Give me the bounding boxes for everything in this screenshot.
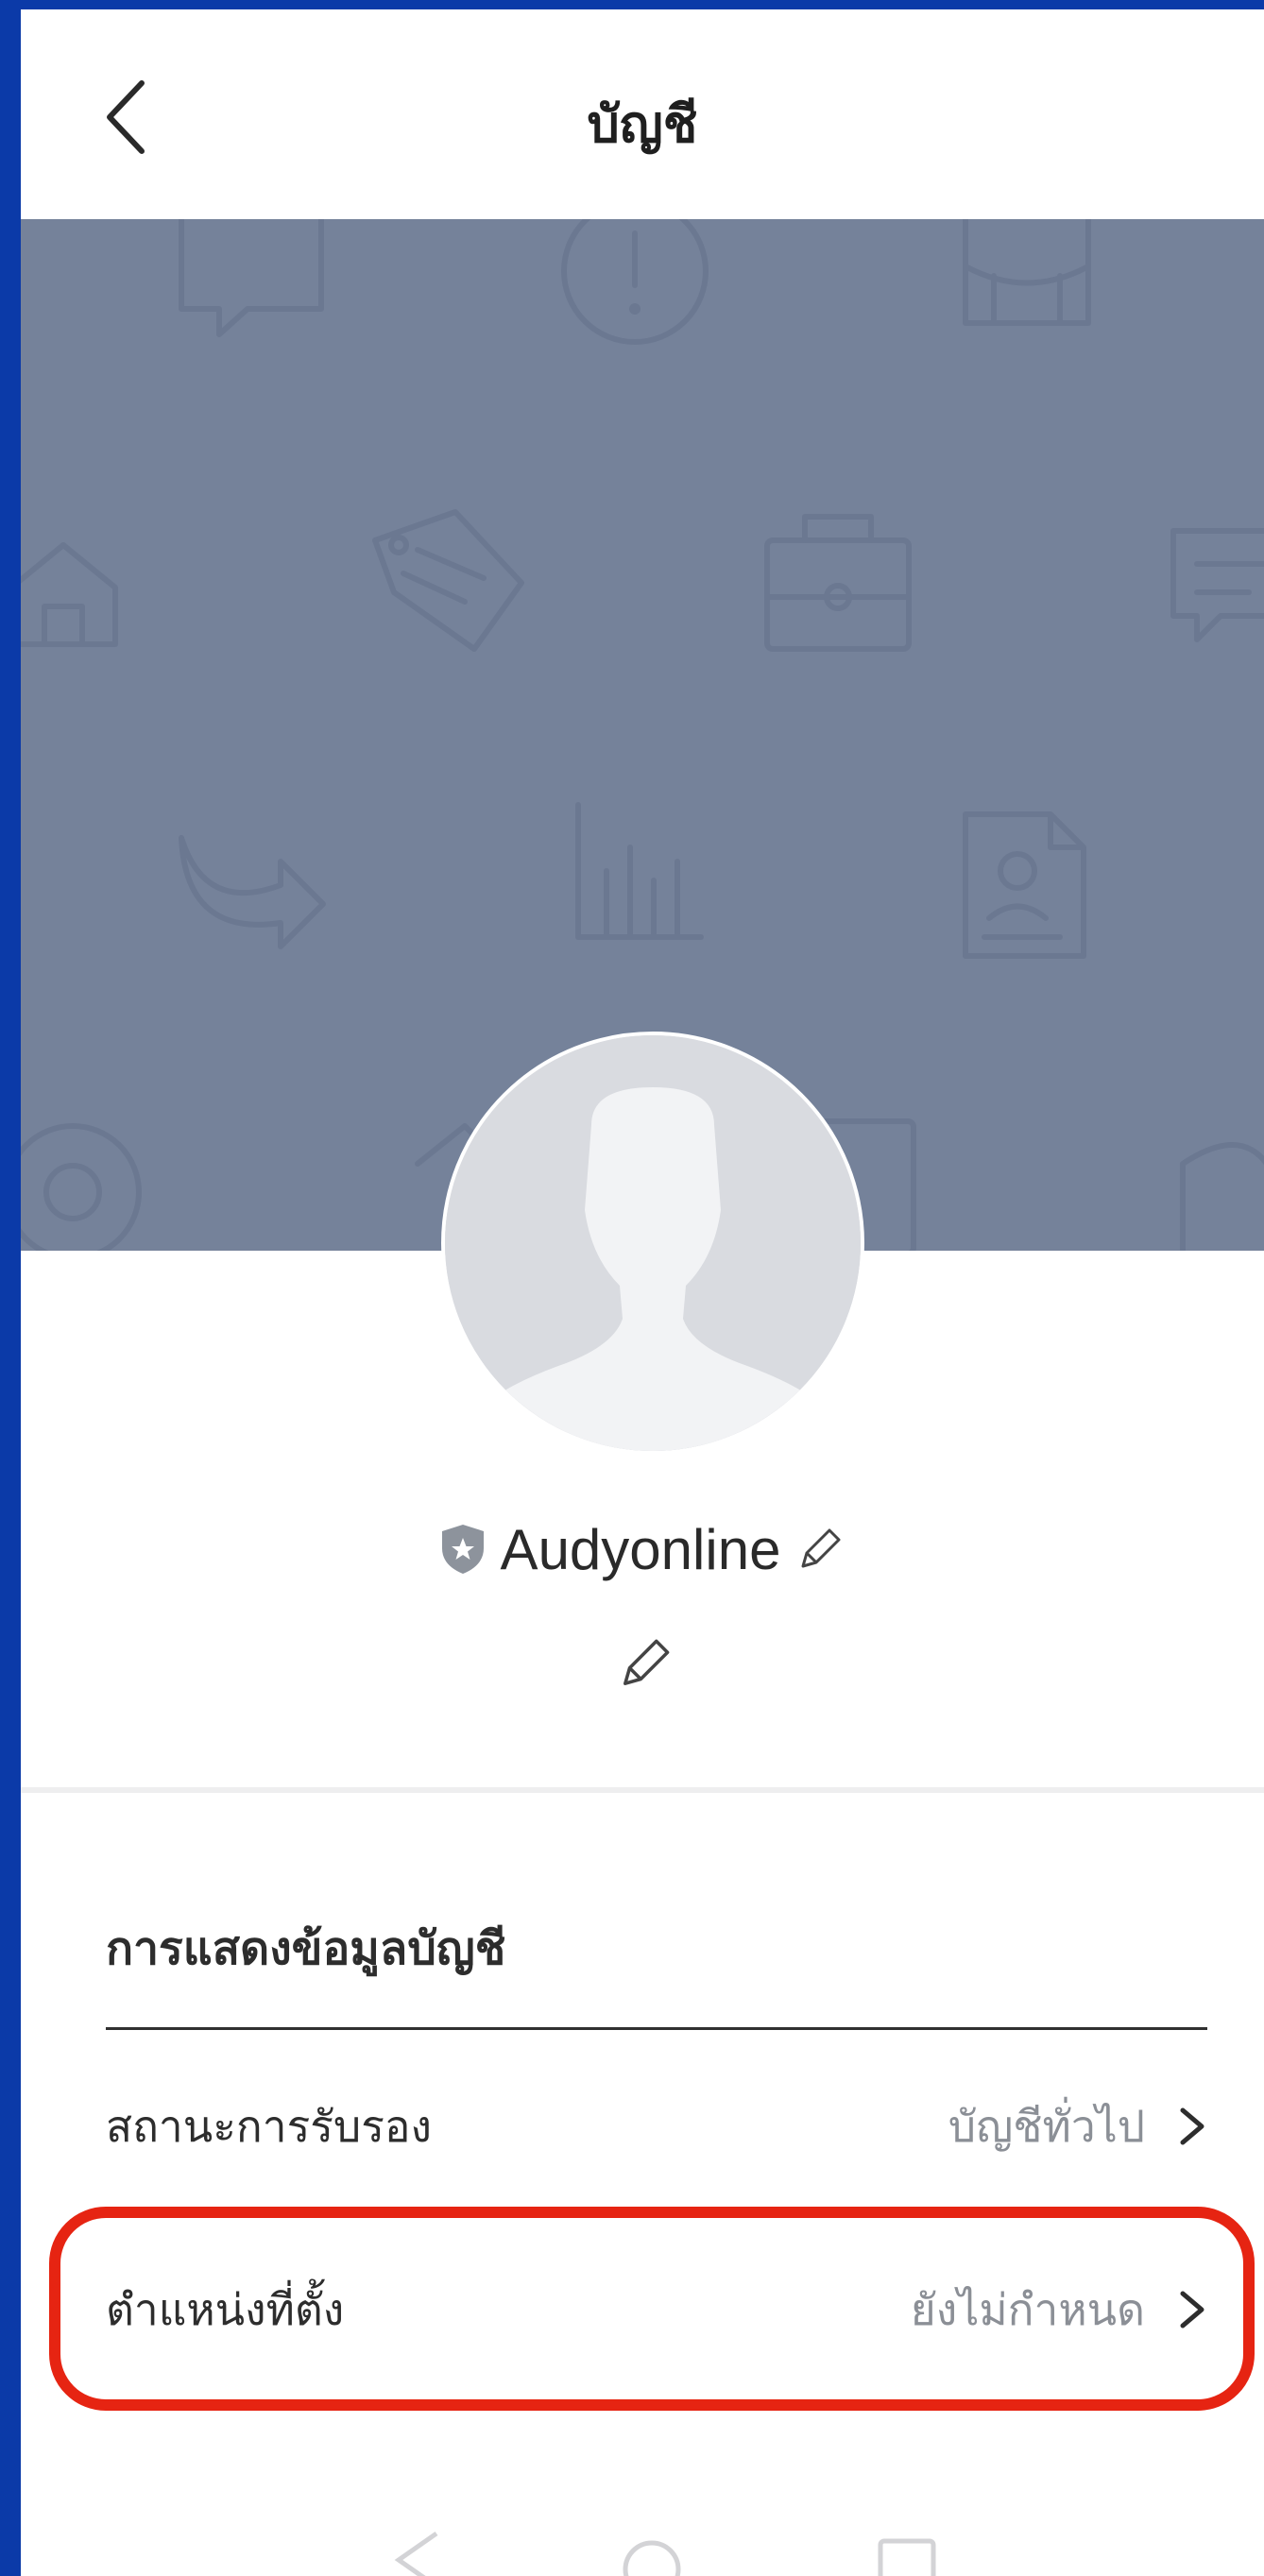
- top-bar: บัญชี: [21, 9, 1264, 219]
- default-user-icon: [445, 1035, 861, 1451]
- pencil-icon: [801, 1528, 841, 1568]
- row-value-group: บัญชีทั่วไป: [948, 2092, 1207, 2161]
- account-screen: บัญชี Audyonline การแสดงข้อมูลบัญชี สถาน…: [21, 9, 1264, 2576]
- edit-name-button[interactable]: [794, 1523, 846, 1576]
- location-row[interactable]: ตำแหน่งที่ตั้ง ยังไม่กำหนด: [106, 2253, 1207, 2366]
- edit-status-button[interactable]: [614, 1632, 676, 1695]
- system-nav-bar: [21, 2522, 1264, 2576]
- nav-home-icon: [623, 2540, 681, 2576]
- chevron-right-icon: [1177, 2103, 1207, 2150]
- section-divider: [21, 1787, 1264, 1793]
- section-title: การแสดงข้อมูลบัญชี: [106, 1922, 506, 1975]
- verification-status-row[interactable]: สถานะการรับรอง บัญชีทั่วไป: [106, 2070, 1207, 2183]
- pencil-icon: [623, 1639, 670, 1685]
- row-value: บัญชีทั่วไป: [948, 2100, 1145, 2152]
- shield-badge-icon: [438, 1522, 487, 1577]
- row-value-group: ยังไม่กำหนด: [911, 2276, 1207, 2345]
- profile-name-row: Audyonline: [21, 1507, 1264, 1592]
- nav-recents-icon: [878, 2538, 936, 2576]
- chevron-right-icon: [1177, 2286, 1207, 2333]
- page-title: บัญชี: [587, 94, 698, 154]
- row-label: ตำแหน่งที่ตั้ง: [106, 2283, 345, 2335]
- avatar[interactable]: [441, 1032, 864, 1455]
- nav-back-icon: [394, 2531, 438, 2576]
- profile-name: Audyonline: [500, 1517, 781, 1581]
- section-underline: [106, 2027, 1207, 2030]
- row-label: สถานะการรับรอง: [106, 2100, 432, 2152]
- row-value: ยังไม่กำหนด: [910, 2283, 1145, 2335]
